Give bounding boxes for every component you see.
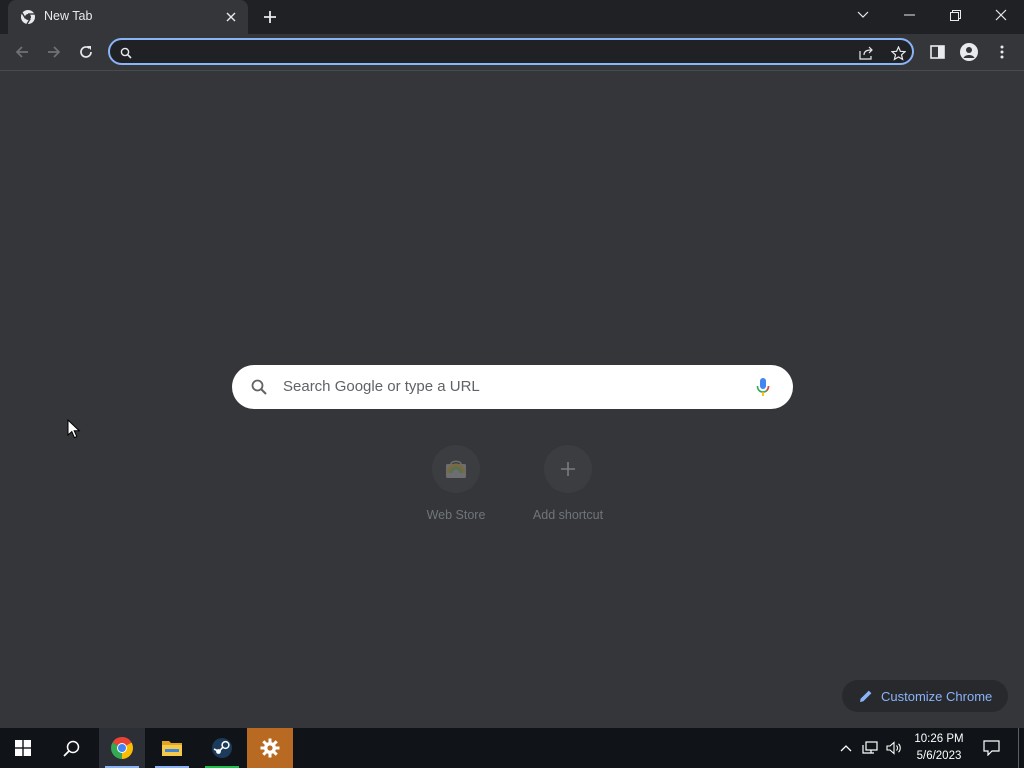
restore-icon (949, 9, 961, 21)
reload-button[interactable] (73, 39, 99, 65)
minimize-icon (903, 14, 915, 16)
shortcut-label: Web Store (426, 508, 486, 522)
system-clock[interactable]: 10:26 PM 5/6/2023 (908, 731, 970, 765)
clock-date: 5/6/2023 (916, 750, 962, 762)
windows-taskbar: 10:26 PM 5/6/2023 (0, 728, 1024, 768)
ntp-search-placeholder: Search Google or type a URL (283, 378, 480, 395)
reload-icon (80, 46, 92, 58)
address-bar[interactable] (108, 38, 914, 65)
arrow-left-icon (15, 46, 28, 58)
steam-icon (212, 738, 232, 758)
gear-icon (260, 738, 280, 758)
microphone-icon[interactable] (755, 377, 771, 397)
notification-icon (982, 740, 1000, 756)
show-desktop-divider[interactable] (1018, 728, 1019, 768)
minimize-button[interactable] (886, 0, 932, 30)
speaker-icon (886, 741, 901, 755)
profile-icon (960, 43, 978, 61)
chrome-menu-button[interactable] (989, 39, 1015, 65)
close-icon (995, 9, 1007, 21)
address-input[interactable] (138, 42, 842, 64)
tab-new-tab[interactable]: New Tab (8, 0, 248, 34)
chevron-down-icon (857, 11, 869, 18)
tab-close-icon[interactable] (222, 8, 240, 26)
taskbar-search-button[interactable] (48, 728, 94, 768)
arrow-right-icon (48, 46, 61, 58)
tab-strip: New Tab (0, 0, 1024, 34)
windows-logo-icon (15, 740, 31, 756)
taskbar-chrome[interactable] (99, 728, 145, 768)
tab-search-button[interactable] (840, 0, 886, 30)
bookmark-star-icon[interactable] (889, 44, 907, 62)
kebab-menu-icon (1000, 45, 1004, 59)
chrome-favicon-icon (21, 10, 35, 25)
side-panel-button[interactable] (924, 39, 950, 65)
ntp-search-box[interactable]: Search Google or type a URL (232, 365, 793, 409)
search-icon (117, 44, 135, 62)
search-icon (62, 740, 79, 757)
profile-button[interactable] (956, 39, 982, 65)
volume-tray-icon[interactable] (884, 738, 904, 758)
web-store-icon (432, 445, 480, 493)
customize-chrome-button[interactable]: Customize Chrome (842, 680, 1008, 712)
chrome-icon (111, 737, 133, 759)
mouse-cursor-icon (67, 419, 81, 439)
new-tab-button[interactable] (258, 6, 282, 28)
share-icon[interactable] (857, 44, 875, 62)
close-window-button[interactable] (978, 0, 1024, 30)
forward-button[interactable] (41, 39, 67, 65)
taskbar-settings[interactable] (247, 728, 293, 768)
show-hidden-icons-button[interactable] (836, 738, 856, 758)
back-button[interactable] (9, 39, 35, 65)
side-panel-icon (929, 45, 945, 59)
notification-center-button[interactable] (981, 738, 1001, 758)
search-icon (251, 379, 267, 395)
pencil-icon (860, 690, 872, 702)
restore-button[interactable] (932, 0, 978, 30)
customize-chrome-label: Customize Chrome (881, 689, 993, 704)
plus-icon (544, 445, 592, 493)
network-icon (862, 741, 878, 754)
shortcut-label: Add shortcut (532, 508, 604, 522)
taskbar-file-explorer[interactable] (149, 728, 195, 768)
tab-title: New Tab (44, 9, 93, 23)
network-tray-icon[interactable] (860, 738, 880, 758)
shortcut-web-store[interactable]: Web Store (400, 440, 512, 536)
chevron-up-icon (840, 745, 852, 752)
taskbar-steam[interactable] (199, 728, 245, 768)
browser-toolbar (0, 34, 1024, 71)
clock-time: 10:26 PM (914, 733, 964, 745)
folder-icon (162, 741, 182, 756)
shortcut-add[interactable]: Add shortcut (512, 440, 624, 536)
start-button[interactable] (0, 728, 46, 768)
